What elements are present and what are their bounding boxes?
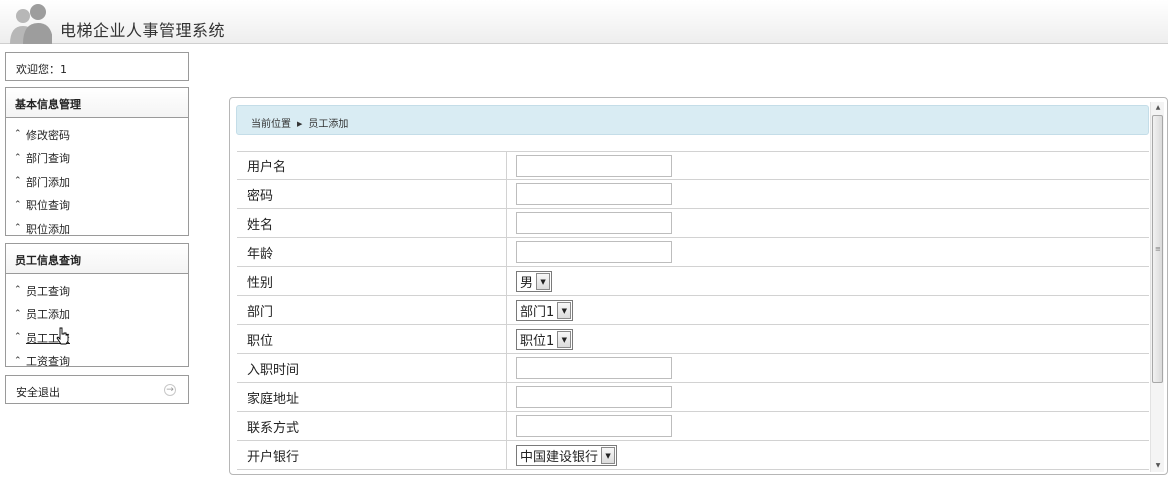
field-label: 密码 xyxy=(237,180,507,208)
select-value: 男 xyxy=(520,275,534,291)
select-value: 部门1 xyxy=(520,304,555,320)
field-label: 性别 xyxy=(237,267,507,295)
triangle-down-icon: ▼ xyxy=(536,272,551,290)
scrollbar-thumb[interactable]: ≡ xyxy=(1152,115,1163,383)
form-row: 姓名 xyxy=(237,209,1149,238)
form-row: 年龄 xyxy=(237,238,1149,267)
welcome-box: 欢迎您：1 xyxy=(5,52,189,81)
scroll-up-icon[interactable]: ▲ xyxy=(1151,102,1165,114)
form-row: 家庭地址 xyxy=(237,383,1149,412)
form-row: 性别 男 ▼ xyxy=(237,267,1149,296)
field-label: 家庭地址 xyxy=(237,383,507,411)
sidebar-item-label: 修改密码 xyxy=(26,128,70,142)
form-row: 联系方式 xyxy=(237,412,1149,441)
double-chevron-up-icon: ⌃ xyxy=(14,285,22,296)
hire-date-input[interactable] xyxy=(516,357,672,379)
breadcrumb: 当前位置 ▶ 员工添加 xyxy=(236,105,1149,135)
triangle-down-icon: ▼ xyxy=(601,446,616,464)
select-value: 中国建设银行 xyxy=(520,449,599,465)
vertical-scrollbar[interactable]: ▲ ≡ ▼ xyxy=(1150,102,1164,472)
breadcrumb-prefix: 当前位置 xyxy=(251,119,291,130)
form-row: 部门 部门1 ▼ xyxy=(237,296,1149,325)
gender-select[interactable]: 男 ▼ xyxy=(516,270,553,292)
department-select[interactable]: 部门1 ▼ xyxy=(516,299,574,321)
sidebar-item-label: 职位添加 xyxy=(26,222,70,236)
logout-label: 安全退出 xyxy=(16,386,60,399)
field-label: 姓名 xyxy=(237,209,507,237)
contact-input[interactable] xyxy=(516,415,672,437)
sidebar-item-department-add[interactable]: ⌃ 部门添加 xyxy=(6,168,188,192)
double-chevron-up-icon: ⌃ xyxy=(14,355,22,366)
field-label: 开户银行 xyxy=(237,441,507,469)
sidebar-item-label: 职位查询 xyxy=(26,199,70,213)
form-row: 入职时间 xyxy=(237,354,1149,383)
employee-add-form: 用户名 密码 姓名 年龄 性别 男 ▼ 部门 部门1 ▼ 职位 职位1 ▼ 入职… xyxy=(237,151,1149,470)
bank-select[interactable]: 中国建设银行 ▼ xyxy=(516,444,618,466)
sidebar-item-department-query[interactable]: ⌃ 部门查询 xyxy=(6,145,188,169)
double-chevron-up-icon: ⌃ xyxy=(14,332,22,343)
logout-button[interactable]: 安全退出 → xyxy=(5,375,189,404)
form-row: 密码 xyxy=(237,180,1149,209)
position-select[interactable]: 职位1 ▼ xyxy=(516,328,574,350)
menu-group-employee-info: 员工信息查询 ⌃ 员工查询 ⌃ 员工添加 ⌃ 员工工资 ⌃ 工资查询 xyxy=(5,243,189,368)
main-panel: 当前位置 ▶ 员工添加 用户名 密码 姓名 年龄 性别 男 ▼ 部门 部门1 ▼… xyxy=(229,97,1168,475)
field-label: 入职时间 xyxy=(237,354,507,382)
double-chevron-up-icon: ⌃ xyxy=(14,176,22,187)
sidebar-item-label: 部门添加 xyxy=(26,175,70,189)
field-label: 联系方式 xyxy=(237,412,507,440)
menu-group-title[interactable]: 员工信息查询 xyxy=(6,244,188,274)
sidebar-item-position-add[interactable]: ⌃ 职位添加 xyxy=(6,215,188,239)
sidebar-item-employee-add[interactable]: ⌃ 员工添加 xyxy=(6,301,188,325)
triangle-down-icon: ▼ xyxy=(557,330,572,348)
triangle-right-icon: ▶ xyxy=(297,120,303,128)
password-input[interactable] xyxy=(516,183,672,205)
sidebar-item-label: 部门查询 xyxy=(26,152,70,166)
arrow-right-circle-icon: → xyxy=(164,384,176,396)
double-chevron-up-icon: ⌃ xyxy=(14,129,22,140)
sidebar-item-label: 员工查询 xyxy=(26,284,70,298)
app-title: 电梯企业人事管理系统 xyxy=(60,21,226,40)
form-row: 用户名 xyxy=(237,151,1149,180)
select-value: 职位1 xyxy=(520,333,555,349)
field-label: 部门 xyxy=(237,296,507,324)
sidebar-item-label: 员工添加 xyxy=(26,308,70,322)
age-input[interactable] xyxy=(516,241,672,263)
breadcrumb-current: 员工添加 xyxy=(308,119,349,130)
name-input[interactable] xyxy=(516,212,672,234)
form-row: 职位 职位1 ▼ xyxy=(237,325,1149,354)
scroll-down-icon[interactable]: ▼ xyxy=(1151,460,1165,472)
sidebar-item-position-query[interactable]: ⌃ 职位查询 xyxy=(6,192,188,216)
field-label: 年龄 xyxy=(237,238,507,266)
form-row: 开户银行 中国建设银行 ▼ xyxy=(237,441,1149,470)
sidebar-item-label: 工资查询 xyxy=(26,355,70,369)
field-label: 用户名 xyxy=(237,152,507,179)
field-label: 职位 xyxy=(237,325,507,353)
double-chevron-up-icon: ⌃ xyxy=(14,199,22,210)
menu-group-title[interactable]: 基本信息管理 xyxy=(6,88,188,118)
sidebar-item-salary-query[interactable]: ⌃ 工资查询 xyxy=(6,348,188,372)
menu-group-basic-info: 基本信息管理 ⌃ 修改密码 ⌃ 部门查询 ⌃ 部门添加 ⌃ 职位查询 ⌃ 职位添… xyxy=(5,87,189,236)
triangle-down-icon: ▼ xyxy=(557,301,572,319)
double-chevron-up-icon: ⌃ xyxy=(14,223,22,234)
double-chevron-up-icon: ⌃ xyxy=(14,308,22,319)
username-input[interactable] xyxy=(516,154,672,177)
users-logo-icon xyxy=(10,4,52,44)
double-chevron-up-icon: ⌃ xyxy=(14,152,22,163)
sidebar-item-change-password[interactable]: ⌃ 修改密码 xyxy=(6,121,188,145)
sidebar-item-employee-salary[interactable]: ⌃ 员工工资 xyxy=(6,324,188,348)
sidebar-item-employee-query[interactable]: ⌃ 员工查询 xyxy=(6,277,188,301)
hand-cursor-icon xyxy=(56,327,69,345)
home-address-input[interactable] xyxy=(516,386,672,408)
app-header: 电梯企业人事管理系统 xyxy=(0,0,1168,44)
grip-icon: ≡ xyxy=(1155,245,1161,253)
